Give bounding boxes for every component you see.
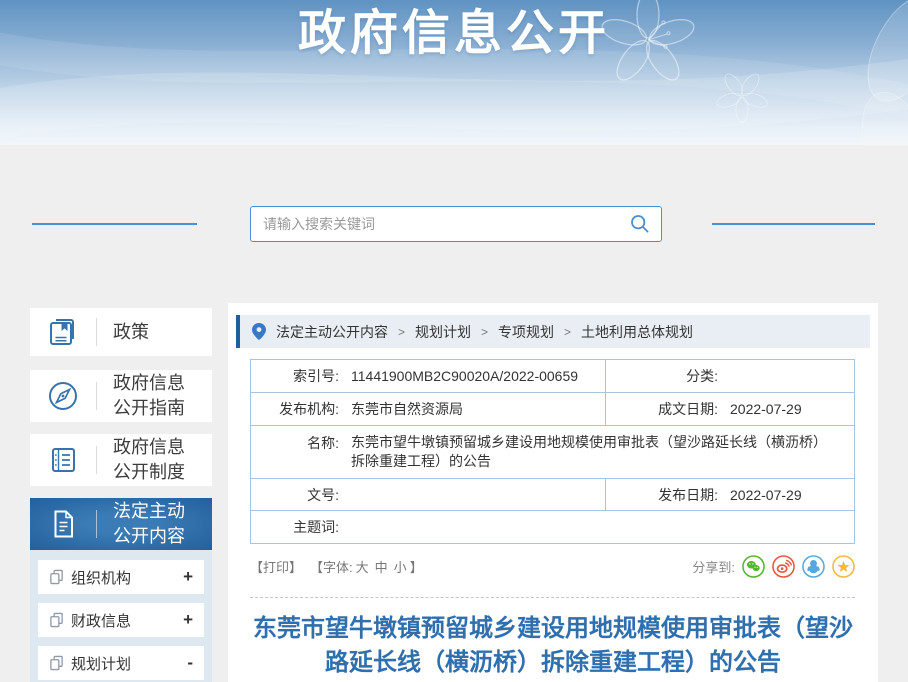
keywords-label: 主题词: <box>251 517 339 537</box>
book-icon <box>30 315 96 349</box>
divider <box>96 446 97 474</box>
sidebar-item-guide[interactable]: 政府信息 公开指南 <box>30 370 212 422</box>
breadcrumb-item-land-use[interactable]: 土地利用总体规划 <box>581 322 693 342</box>
submenu-item-organization[interactable]: 组织机构 + <box>38 560 204 594</box>
collapse-toggle[interactable]: - <box>187 653 193 673</box>
banner: 政府信息公开 <box>0 0 908 145</box>
breadcrumb-item-special-plan[interactable]: 专项规划 <box>498 322 554 342</box>
font-size-medium[interactable]: 中 <box>375 557 388 576</box>
table-row: 名称: 东莞市望牛墩镇预留城乡建设用地规模使用审批表（望沙路延长线（横沥桥）拆除… <box>251 425 854 478</box>
rules-book-icon <box>30 443 96 477</box>
document-icon <box>30 507 96 541</box>
pages-icon <box>49 612 64 628</box>
divider <box>96 318 97 346</box>
search-icon <box>630 214 650 234</box>
sidebar-item-label: 政府信息 公开指南 <box>113 371 185 421</box>
submenu-item-finance[interactable]: 财政信息 + <box>38 603 204 637</box>
search-button[interactable] <box>619 207 661 241</box>
index-label: 索引号: <box>251 366 339 386</box>
dashed-divider <box>250 597 855 598</box>
submenu-item-planning[interactable]: 规划计划 - <box>38 646 204 680</box>
share-wechat-icon[interactable] <box>742 555 765 578</box>
page-title: 政府信息公开 <box>0 0 908 63</box>
sidebar-item-label: 法定主动 公开内容 <box>113 499 185 549</box>
breadcrumb-separator: > <box>481 325 488 339</box>
category-label: 分类: <box>606 366 718 386</box>
sidebar-submenu: 组织机构 + 财政信息 + 规划计划 - <box>30 550 212 682</box>
expand-toggle[interactable]: + <box>183 610 193 630</box>
share-bar: 分享到: <box>692 555 855 578</box>
sidebar-item-label: 政府信息 公开制度 <box>113 435 185 485</box>
doc-number-label: 文号: <box>251 485 339 505</box>
content-panel: 法定主动公开内容 > 规划计划 > 专项规划 > 土地利用总体规划 索引号: 1… <box>228 303 878 682</box>
pages-icon <box>49 569 64 585</box>
font-size-label-close: 】 <box>410 557 423 576</box>
breadcrumb-item-legal[interactable]: 法定主动公开内容 <box>276 322 388 342</box>
share-qq-icon[interactable] <box>802 555 825 578</box>
publish-date-value: 2022-07-29 <box>730 487 802 503</box>
search-right-line <box>712 223 875 225</box>
table-row: 主题词: <box>251 510 854 543</box>
submenu-item-label: 组织机构 <box>71 567 131 588</box>
agency-label: 发布机构: <box>251 399 339 419</box>
table-row: 文号: 发布日期: 2022-07-29 <box>251 478 854 510</box>
sidebar: 政策 政府信息 公开指南 <box>30 308 212 682</box>
compass-icon <box>30 379 96 413</box>
share-qzone-icon[interactable] <box>832 555 855 578</box>
print-button[interactable]: 【打印】 <box>250 557 302 576</box>
info-table: 索引号: 11441900MB2C90020A/2022-00659 分类: 发… <box>250 359 855 544</box>
font-size-small[interactable]: 小 <box>394 557 407 576</box>
article-title: 东莞市望牛墩镇预留城乡建设用地规模使用审批表（望沙路延长线（横沥桥）拆除重建工程… <box>244 612 862 680</box>
sidebar-item-policy[interactable]: 政策 <box>30 308 212 356</box>
submenu-item-label: 规划计划 <box>71 653 131 674</box>
article-toolbar: 【打印】 【字体: 大 中 小 】 分享到: <box>250 555 855 578</box>
sidebar-item-label: 政策 <box>113 320 149 345</box>
submenu-item-label: 财政信息 <box>71 610 131 631</box>
breadcrumb-separator: > <box>564 325 571 339</box>
search-left-line <box>32 223 197 225</box>
written-date-label: 成文日期: <box>606 399 718 419</box>
expand-toggle[interactable]: + <box>183 567 193 587</box>
publish-date-label: 发布日期: <box>606 485 718 505</box>
breadcrumb: 法定主动公开内容 > 规划计划 > 专项规划 > 土地利用总体规划 <box>236 315 870 348</box>
name-label: 名称: <box>251 433 339 453</box>
share-label: 分享到: <box>692 557 735 576</box>
table-row: 发布机构: 东莞市自然资源局 成文日期: 2022-07-29 <box>251 392 854 425</box>
divider <box>96 510 97 538</box>
search-box <box>250 206 662 242</box>
name-value: 东莞市望牛墩镇预留城乡建设用地规模使用审批表（望沙路延长线（横沥桥）拆除重建工程… <box>351 433 839 471</box>
share-weibo-icon[interactable] <box>772 555 795 578</box>
search-input[interactable] <box>251 216 619 232</box>
font-size-label: 【字体: <box>310 557 353 576</box>
table-row: 索引号: 11441900MB2C90020A/2022-00659 分类: <box>251 360 854 392</box>
sidebar-item-legal-disclosure-active[interactable]: 法定主动 公开内容 <box>30 498 212 550</box>
sidebar-item-rules[interactable]: 政府信息 公开制度 <box>30 434 212 486</box>
breadcrumb-item-planning[interactable]: 规划计划 <box>415 322 471 342</box>
divider <box>96 382 97 410</box>
pages-icon <box>49 655 64 671</box>
font-size-large[interactable]: 大 <box>356 557 369 576</box>
breadcrumb-separator: > <box>398 325 405 339</box>
written-date-value: 2022-07-29 <box>730 401 802 417</box>
index-value: 11441900MB2C90020A/2022-00659 <box>351 368 578 384</box>
location-pin-icon <box>252 323 266 340</box>
page: 政府信息公开 <box>0 0 908 682</box>
agency-value: 东莞市自然资源局 <box>351 399 463 419</box>
